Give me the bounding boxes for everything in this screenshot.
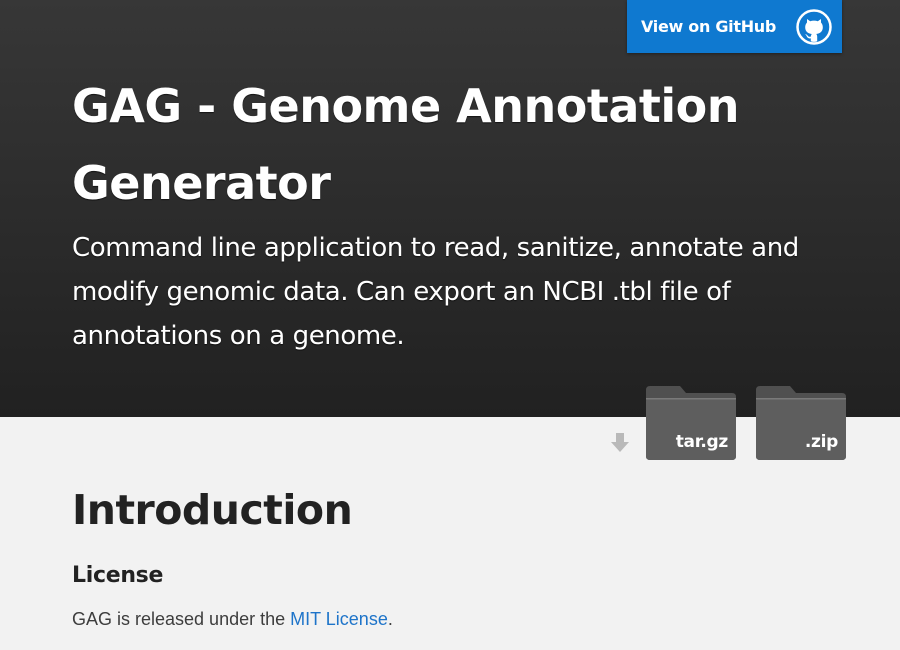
download-zip-button[interactable]: .zip xyxy=(754,384,848,462)
download-tar-gz-button[interactable]: tar.gz xyxy=(644,384,738,462)
page-header: View on GitHub GAG - Genome Annotation G… xyxy=(0,0,900,417)
project-title: GAG - Genome Annotation Generator xyxy=(72,79,740,210)
view-on-github-label: View on GitHub xyxy=(641,17,777,36)
license-heading: License xyxy=(72,563,164,588)
download-tar-gz-label: tar.gz xyxy=(675,432,729,452)
license-text: GAG is released under the xyxy=(72,609,291,629)
license-text-end: . xyxy=(387,609,393,629)
view-on-github-button[interactable]: View on GitHub xyxy=(627,0,842,53)
project-tagline: Command line application to read, saniti… xyxy=(72,233,799,351)
github-octocat-icon xyxy=(796,8,832,45)
download-zip-label: .zip xyxy=(804,432,838,452)
mit-license-link[interactable]: MIT License xyxy=(290,609,388,629)
download-arrow-icon xyxy=(611,433,629,452)
license-paragraph: GAG is released under the MIT License. xyxy=(72,606,393,632)
introduction-heading: Introduction xyxy=(72,486,353,534)
